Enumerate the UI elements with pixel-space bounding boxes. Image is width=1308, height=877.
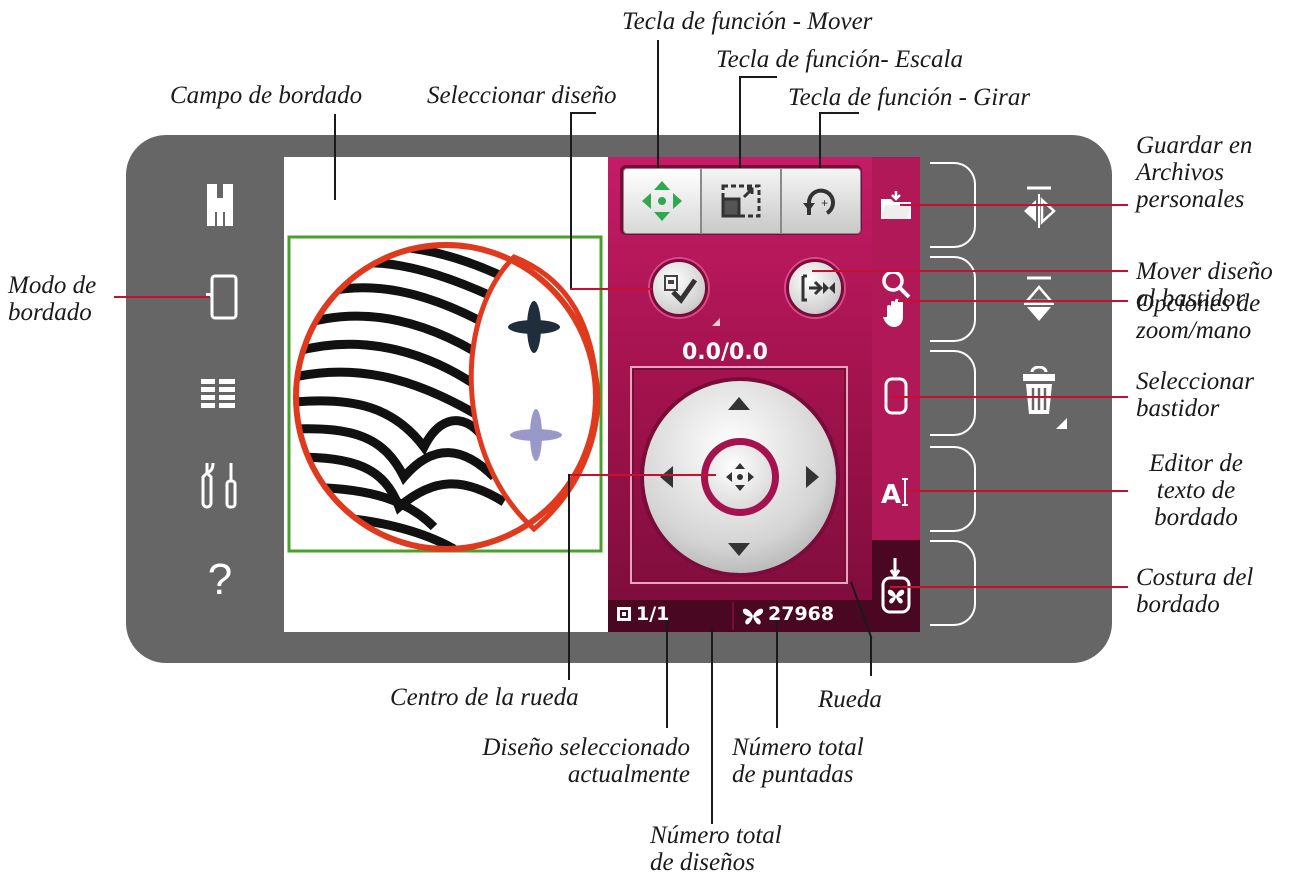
move-arrows-icon (642, 181, 682, 221)
position-readout: 0.0/0.0 (682, 340, 768, 365)
folder-save-button[interactable] (872, 182, 920, 230)
leader-line-costura (890, 586, 1128, 588)
leader-line-seleccionado (666, 620, 668, 728)
label-seleccionar-bastidor: Seleccionar bastidor (1136, 368, 1255, 422)
bracket-4 (930, 446, 976, 532)
delete-menu-arrow (1056, 418, 1067, 429)
wheel-right-arrow[interactable] (806, 466, 819, 488)
bracket-5 (930, 540, 976, 626)
leader-line-seleccionar-h (570, 112, 596, 114)
leader-line-centro-h (568, 474, 716, 476)
butterfly-icon (742, 607, 764, 630)
help-icon[interactable]: ? (196, 552, 244, 608)
leader-line-girar-h (819, 112, 859, 114)
label-total-puntadas: Número total de puntadas (732, 734, 864, 788)
status-divider (732, 602, 734, 630)
label-tecla-mover: Tecla de función - Mover (622, 8, 873, 35)
select-design-menu-arrow (712, 318, 720, 326)
leader-line-editor (906, 490, 1128, 492)
svg-text:A: A (881, 480, 901, 509)
leader-line-escala-h (739, 76, 777, 78)
svg-text:+: + (821, 196, 828, 210)
move-to-hoop-button[interactable] (786, 259, 844, 317)
leader-line-guardar (900, 204, 1128, 206)
delete-button[interactable] (1015, 362, 1063, 422)
leader-line-seleccionar-h2 (570, 288, 652, 290)
leader-line-girar (819, 112, 821, 168)
leader-line-mover-diseno (812, 270, 1128, 272)
wheel[interactable] (640, 377, 840, 577)
wheel-down-arrow[interactable] (728, 543, 750, 556)
label-centro-rueda: Centro de la rueda (390, 684, 579, 711)
embroidery-design-preview (287, 235, 603, 553)
leader-line-seleccionar (570, 112, 572, 290)
label-seleccionar-diseno: Seleccionar diseño (427, 82, 617, 109)
text-editor-icon: A (881, 478, 908, 509)
leader-line-zoom (898, 300, 1128, 302)
bracket-3 (930, 350, 976, 436)
rotate-icon: + (803, 188, 835, 215)
leader-line-puntadas (776, 620, 778, 728)
bracket-2 (930, 256, 976, 342)
embroidery-field[interactable] (284, 157, 610, 632)
center-arrows-icon (726, 463, 754, 491)
label-diseno-seleccionado: Diseño seleccionado actualmente (482, 734, 690, 788)
leader-line-escala (739, 76, 741, 168)
label-rueda: Rueda (818, 686, 882, 713)
zoom-hand-icon (882, 270, 911, 327)
label-editor-texto: Editor de texto de bordado (1149, 450, 1243, 531)
mirror-horizontal-button[interactable] (1015, 180, 1063, 236)
mirror-horizontal-icon (1024, 186, 1056, 228)
leader-line-mover (657, 40, 659, 168)
label-tecla-escala: Tecla de función- Escala (716, 46, 963, 73)
label-guardar: Guardar en Archivos personales (1136, 132, 1253, 213)
function-key-rotate[interactable]: + (781, 168, 861, 234)
settings-tools-icon[interactable] (196, 456, 244, 514)
label-total-disenos: Número total de diseños (650, 822, 782, 876)
label-costura: Costura del bordado (1136, 564, 1254, 618)
stitch-menu-icon[interactable] (196, 372, 240, 416)
leader-line-bastidor (890, 396, 1128, 398)
presser-foot-icon[interactable] (198, 178, 242, 232)
select-design-icon (664, 275, 698, 304)
label-tecla-girar: Tecla de función - Girar (788, 84, 1031, 111)
function-key-scale[interactable] (701, 168, 781, 234)
leader-line-disenos (711, 628, 713, 824)
label-modo-bordado: Modo de bordado (8, 272, 97, 326)
leader-line-campo (334, 114, 336, 200)
label-campo-bordado: Campo de bordado (170, 82, 363, 109)
leader-line-modo (114, 296, 210, 298)
zoom-hand-button[interactable] (872, 262, 920, 342)
embroidery-mode-icon[interactable] (200, 270, 244, 326)
leader-line-rueda-2 (870, 636, 872, 676)
select-design-button[interactable] (650, 259, 708, 317)
text-editor-button[interactable]: A (872, 468, 920, 516)
wheel-left-arrow[interactable] (660, 466, 673, 488)
folder-save-icon (881, 191, 911, 219)
wheel-up-arrow[interactable] (728, 397, 750, 410)
wheel-center-button[interactable] (701, 438, 779, 516)
design-counter-icon (617, 607, 631, 621)
scale-icon (721, 184, 761, 218)
design-counter: 1/1 (636, 603, 670, 625)
trash-icon (1023, 366, 1055, 414)
leader-line-centro-v (568, 474, 570, 680)
help-glyph: ? (207, 555, 233, 604)
label-opciones-zoom: Opciones de zoom/mano (1136, 290, 1261, 344)
function-key-move[interactable] (623, 168, 701, 234)
